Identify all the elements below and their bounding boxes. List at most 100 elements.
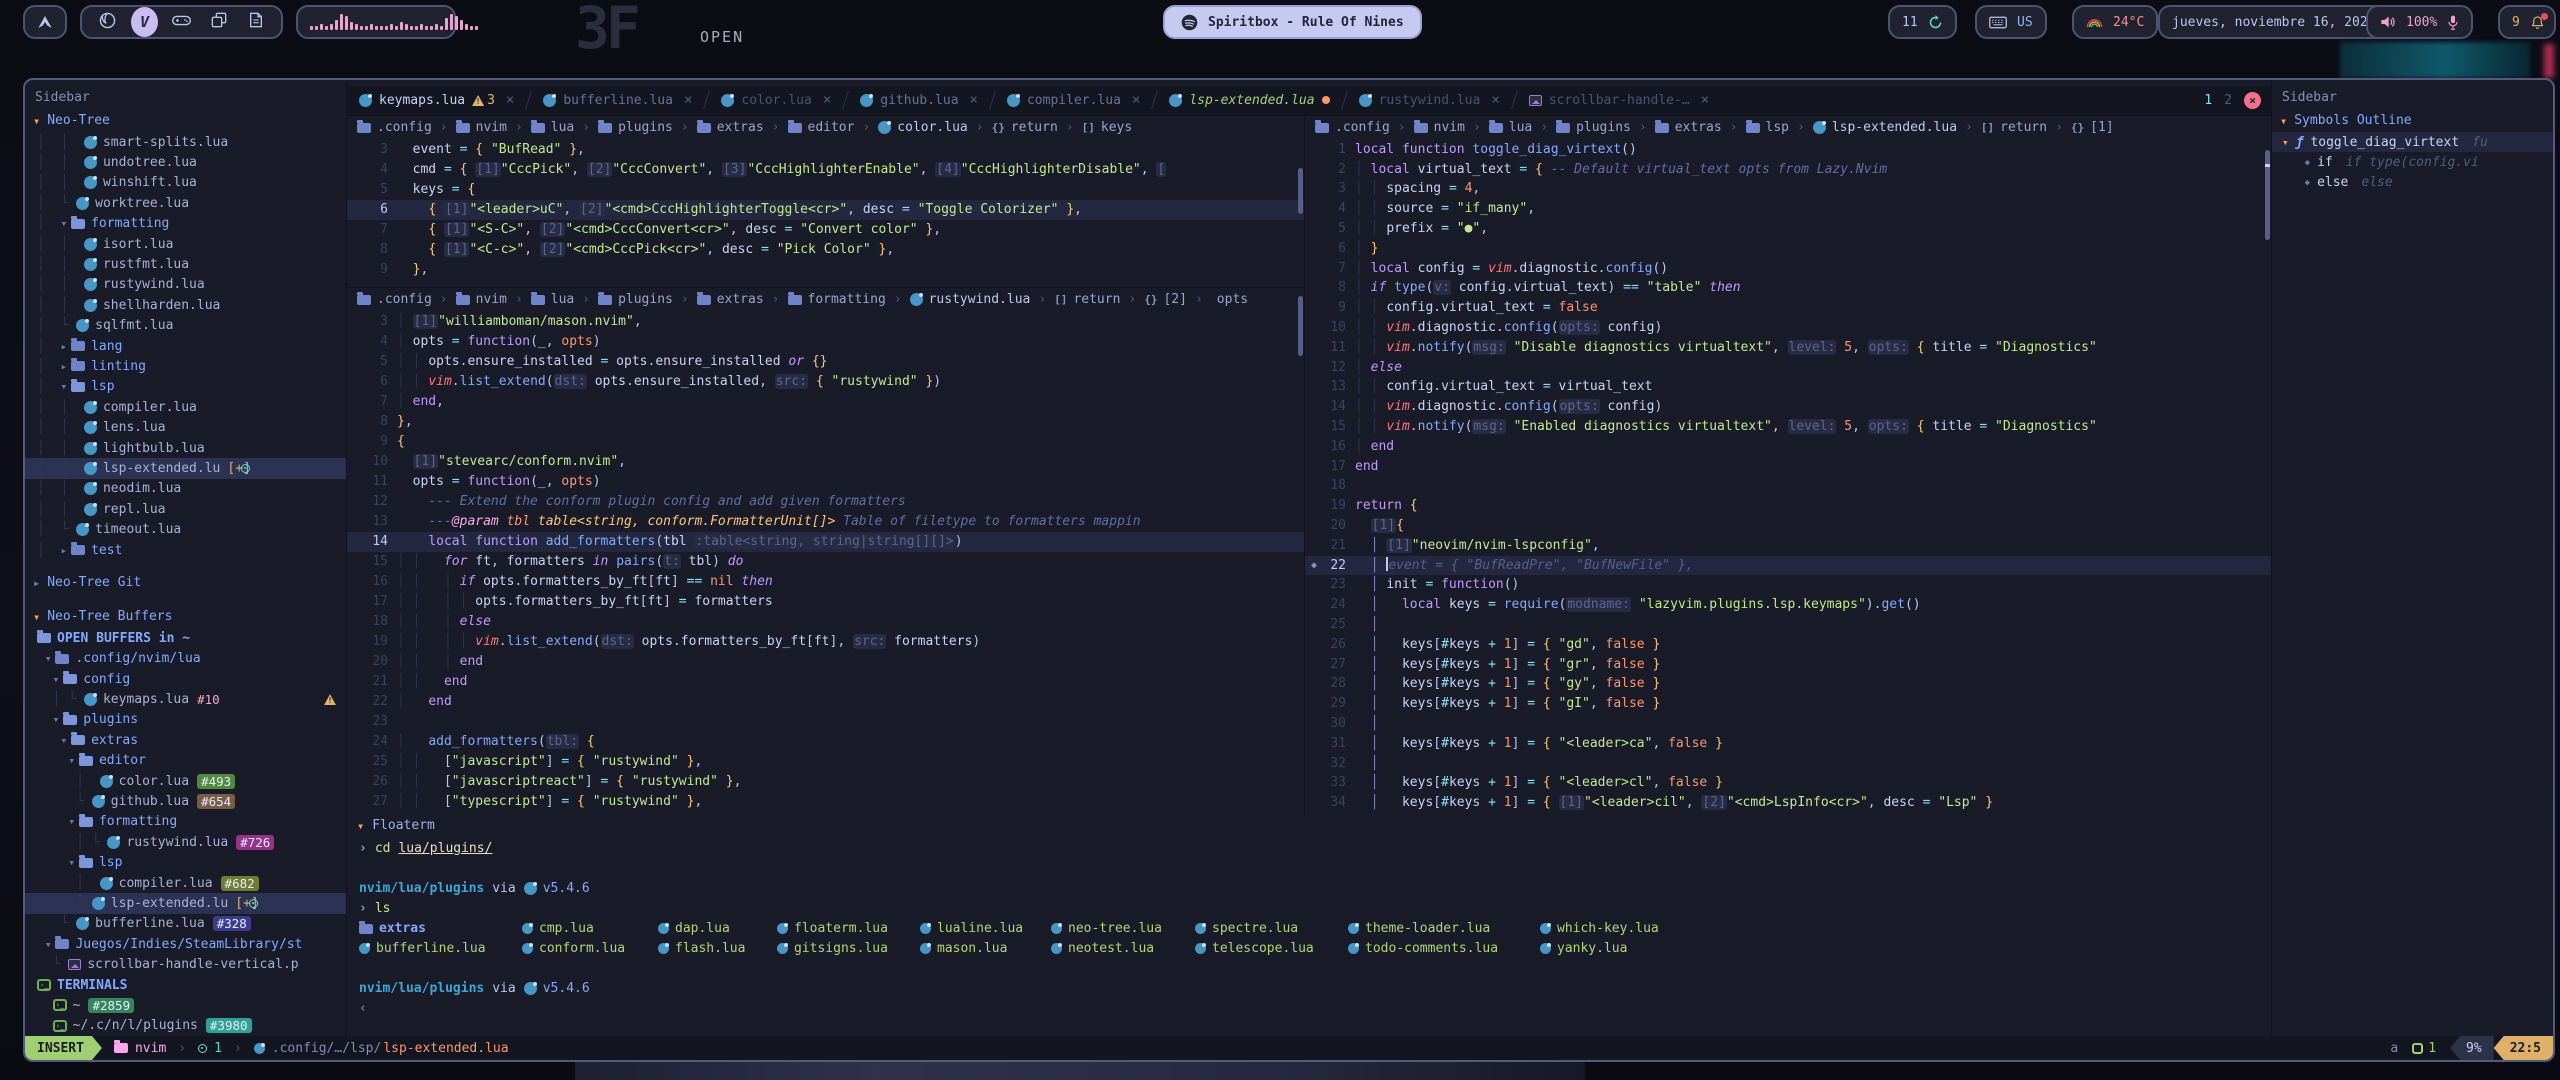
tree-item-lsp-extended-lu[interactable]: └ lsp-extended.lu[+]	[25, 893, 346, 913]
code-text: },	[397, 412, 1304, 432]
gutter: 21	[347, 672, 397, 692]
tree-item-extras[interactable]: ▾extras	[25, 730, 346, 750]
tree-item-github-lua[interactable]: └ github.lua#654	[25, 791, 346, 811]
spotify-widget[interactable]: Spiritbox - Rule Of Nines	[1163, 5, 1422, 39]
tree-item-lsp-extended-lu[interactable]: │ │ lsp-extended.lu[+]	[25, 458, 346, 478]
tree-item-isort-lua[interactable]: │ │ isort.lua	[25, 234, 346, 254]
tree-item-color-lua[interactable]: │ color.lua#493	[25, 771, 346, 791]
tree-item-rustfmt-lua[interactable]: │ │ rustfmt.lua	[25, 254, 346, 274]
updates-widget[interactable]: 11	[1888, 5, 1957, 39]
code-line-15: 15│ │ vim.notify(msg: "Enabled diagnosti…	[1305, 417, 2271, 437]
tree-item-test[interactable]: │ ▸test	[25, 540, 346, 560]
notifications-widget[interactable]: 9	[2498, 5, 2556, 39]
tree-item-undotree-lua[interactable]: │ │ undotree.lua	[25, 152, 346, 172]
tree-item-compiler-lua[interactable]: │ │ compiler.lua	[25, 397, 346, 417]
tabpage-1[interactable]: 1	[2204, 93, 2212, 108]
tab-close-icon[interactable]: ×	[684, 92, 692, 108]
audio-widget[interactable]: 100%	[2366, 5, 2473, 39]
tree-item-editor[interactable]: ▾editor	[25, 751, 346, 771]
lua-file-icon	[721, 94, 734, 107]
editor-pane-lsp-extended-lua[interactable]: .config› nvim› lua› plugins› extras› lsp…	[1304, 116, 2271, 815]
scrollbar-handle[interactable]	[1298, 168, 1303, 214]
tab-bufferline-lua[interactable]: bufferline.lua×	[531, 86, 704, 115]
tree-item-[interactable]: ›_~#2859	[25, 995, 346, 1015]
outline-item-if[interactable]: ◆ifif type(config.vi	[2272, 152, 2553, 172]
grapple-indicator: 1	[2412, 1041, 2436, 1056]
tab-close-icon[interactable]: ×	[970, 92, 978, 108]
editor-pane-rustywind-lua[interactable]: .config› nvim› lua› plugins› extras› for…	[347, 288, 1304, 815]
tab-scrollbar-handle[interactable]: scrollbar-handle-…×	[1517, 86, 1721, 115]
tree-item-scrollbar-handle-vertical-p[interactable]: └ scrollbar-handle-vertical.p	[25, 954, 346, 974]
dock-windows-copy-button[interactable]	[205, 7, 232, 37]
tabpage-2[interactable]: 2	[2224, 93, 2232, 108]
keyboard-layout-widget[interactable]: US	[1975, 5, 2047, 39]
tree-item-neodim-lua[interactable]: │ │ neodim.lua	[25, 479, 346, 499]
tree-item-formatting[interactable]: │ ▾formatting	[25, 214, 346, 234]
editor-pane-color-lua[interactable]: .config› nvim› lua› plugins› extras› edi…	[347, 116, 1304, 288]
tree-item-rustywind-lua[interactable]: │ └ rustywind.lua#726	[25, 832, 346, 852]
tab-keymaps-lua[interactable]: keymaps.lua!3×	[347, 86, 526, 115]
lua-file-icon	[910, 293, 923, 306]
close-all-button[interactable]: ×	[2244, 92, 2261, 109]
tab-close-icon[interactable]: ×	[1491, 92, 1499, 108]
outline-item-toggle-diag-virtext[interactable]: ▾ƒtoggle_diag_virtextfu	[2272, 132, 2553, 152]
tree-item-terminals[interactable]: ›_TERMINALS	[25, 975, 346, 995]
tree-item-open-buffers-in[interactable]: OPEN BUFFERS in ~	[25, 628, 346, 648]
line-number: 5	[365, 180, 397, 200]
code-text: │ │ vim.diagnostic.config(opts: config)	[1355, 397, 2271, 417]
tree-item-lsp[interactable]: ▾lsp	[25, 853, 346, 873]
tree-item-sqlfmt-lua[interactable]: │ └ sqlfmt.lua	[25, 316, 346, 336]
tree-item-rustywind-lua[interactable]: │ │ rustywind.lua	[25, 275, 346, 295]
tree-item-config-nvim-lua[interactable]: ▾.config/nvim/lua	[25, 649, 346, 669]
tree-item-bufferline-lua[interactable]: └ bufferline.lua#328	[25, 914, 346, 934]
tree-item-winshift-lua[interactable]: │ │ winshift.lua	[25, 173, 346, 193]
tree-item-smart-splits-lua[interactable]: │ │ smart-splits.lua	[25, 132, 346, 152]
outline-item-else[interactable]: ◆elseelse	[2272, 173, 2553, 193]
scrollbar-handle[interactable]	[1298, 296, 1303, 356]
sidebar-section-neo-tree[interactable]: ▾Neo-Tree	[25, 110, 346, 132]
code-line-11: 11│ │ vim.notify(msg: "Disable diagnosti…	[1305, 338, 2271, 358]
tab-github-lua[interactable]: github.lua×	[848, 86, 990, 115]
dock-document-button[interactable]	[242, 7, 269, 37]
tab-close-icon[interactable]: ×	[1701, 92, 1709, 108]
code-line-7: 7 { [1]"<S-C>", [2]"<cmd>CccConvert<cr>"…	[347, 220, 1304, 240]
tree-item-formatting[interactable]: ▾formatting	[25, 812, 346, 832]
terminal-prompt-line: ›cdlua/plugins/	[347, 839, 2271, 859]
floaterm-terminal[interactable]: ▾Floaterm›cdlua/plugins/nvim/lua/plugins…	[347, 812, 2271, 1036]
tree-item-lsp[interactable]: │ ▾lsp	[25, 377, 346, 397]
section-label: Neo-Tree Git	[47, 572, 141, 594]
item-label: .config/nvim/lua	[75, 651, 200, 666]
tree-item-lens-lua[interactable]: │ │ lens.lua	[25, 417, 346, 437]
sidebar-section-neo-tree-git[interactable]: ▸Neo-Tree Git	[25, 572, 346, 594]
tab-color-lua[interactable]: color.lua×	[709, 86, 843, 115]
tab-close-icon[interactable]: ×	[506, 92, 514, 108]
breadcrumb-separator: ›	[1038, 292, 1046, 307]
dock-neovim-button[interactable]: V	[131, 7, 158, 37]
tab-close-icon[interactable]: ×	[1132, 92, 1140, 108]
tree-item-shellharden-lua[interactable]: │ │ shellharden.lua	[25, 295, 346, 315]
launcher-button[interactable]	[23, 5, 67, 39]
tree-item-lightbulb-lua[interactable]: │ │ lightbulb.lua	[25, 438, 346, 458]
tree-item-linting[interactable]: │ ▸linting	[25, 356, 346, 376]
tree-item-timeout-lua[interactable]: │ └ timeout.lua	[25, 519, 346, 539]
scrollbar-handle[interactable]	[2265, 150, 2270, 240]
tree-item-config[interactable]: ▾config	[25, 669, 346, 689]
tree-item-c-n-l-plugins[interactable]: ›_~/.c/n/l/plugins#3980	[25, 1016, 346, 1036]
symbols-outline-header[interactable]: ▾ Symbols Outline	[2272, 110, 2553, 132]
tab-compiler-lua[interactable]: compiler.lua×	[995, 86, 1152, 115]
weather-widget[interactable]: 24°C	[2072, 5, 2158, 39]
tree-item-plugins[interactable]: ▾plugins	[25, 710, 346, 730]
tree-item-compiler-lua[interactable]: │ compiler.lua#682	[25, 873, 346, 893]
tree-item-juegos-indies-steamlibrary-st[interactable]: ▾Juegos/Indies/SteamLibrary/st	[25, 934, 346, 954]
dock-firefox-button[interactable]	[94, 7, 121, 37]
dock-gamepad-button[interactable]	[168, 7, 195, 37]
tree-item-worktree-lua[interactable]: │ └ worktree.lua	[25, 193, 346, 213]
sidebar-section-neo-tree-buffers[interactable]: ▾Neo-Tree Buffers	[25, 606, 346, 628]
tree-item-repl-lua[interactable]: │ │ repl.lua	[25, 499, 346, 519]
line-number: 16	[1323, 437, 1355, 457]
tree-item-keymaps-lua[interactable]: │ └ keymaps.lua#10!	[25, 689, 346, 709]
tab-close-icon[interactable]: ×	[823, 92, 831, 108]
tab-lsp-extended-lua[interactable]: lsp-extended.lua	[1157, 86, 1341, 115]
tree-item-lang[interactable]: │ ▸lang	[25, 336, 346, 356]
tab-rustywind-lua[interactable]: rustywind.lua×	[1347, 86, 1512, 115]
